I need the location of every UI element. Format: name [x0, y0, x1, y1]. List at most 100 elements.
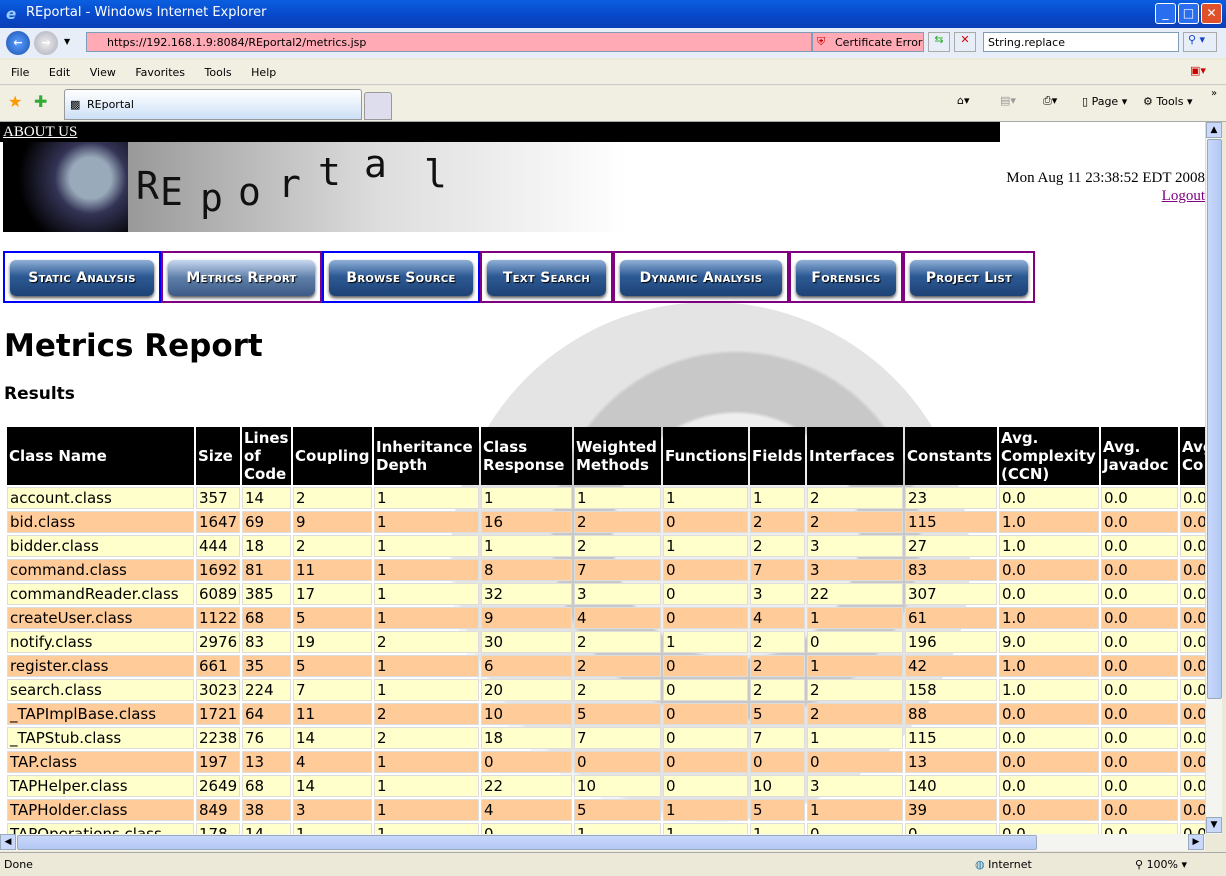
metric-cell: 0.0	[999, 559, 1099, 581]
metric-cell: 5	[293, 655, 372, 677]
scroll-up-button[interactable]: ▲	[1206, 122, 1222, 138]
nav-dynamic-analysis[interactable]: Dynamic Analysis	[613, 251, 789, 303]
metric-cell: 1	[807, 607, 903, 629]
menu-view[interactable]: View	[90, 66, 116, 79]
page-title: Metrics Report	[4, 328, 263, 364]
new-tab-button[interactable]	[364, 92, 392, 120]
nav-forensics[interactable]: Forensics	[789, 251, 903, 303]
metric-cell: 27	[905, 535, 997, 557]
stop-button[interactable]: ✕	[954, 32, 976, 52]
feeds-icon[interactable]: ▤▾	[1000, 94, 1016, 107]
refresh-button[interactable]: ⇆	[928, 32, 950, 52]
nav-static-analysis[interactable]: Static Analysis	[3, 251, 161, 303]
favorites-star-icon[interactable]: ★	[8, 92, 22, 111]
metric-cell: 5	[293, 607, 372, 629]
status-text: Done	[4, 858, 33, 871]
history-dropdown-icon[interactable]: ▼	[64, 37, 70, 46]
metric-cell: 0.0	[1101, 607, 1178, 629]
metric-cell: 23	[905, 487, 997, 509]
menu-edit[interactable]: Edit	[49, 66, 70, 79]
metric-cell: 0.0	[1101, 799, 1178, 821]
metric-cell: 849	[196, 799, 240, 821]
horizontal-scrollbar[interactable]: ◀ ▶	[0, 834, 1205, 851]
scroll-down-button[interactable]: ▼	[1206, 817, 1222, 833]
metric-cell: 20	[481, 679, 572, 701]
search-button[interactable]: ⚲ ▾	[1183, 32, 1217, 52]
metric-cell: 0	[574, 751, 661, 773]
nav-browse-source[interactable]: Browse Source	[322, 251, 480, 303]
add-favorite-icon[interactable]: ✚	[34, 92, 47, 111]
print-icon[interactable]: ⎙▾	[1043, 94, 1057, 108]
column-header: Avg. Sin Co	[1180, 427, 1205, 485]
close-button[interactable]: ✕	[1201, 3, 1222, 24]
metric-cell: 0	[663, 559, 748, 581]
metric-cell: 3	[750, 583, 805, 605]
metric-cell: 8	[481, 559, 572, 581]
metric-cell: 10	[574, 775, 661, 797]
pdf-icon[interactable]: ▣▾	[1190, 64, 1206, 77]
metric-cell: 0.0	[999, 823, 1099, 834]
internet-zone: ◍ Internet	[975, 858, 1032, 871]
metric-cell: 1	[374, 655, 479, 677]
maximize-button[interactable]: □	[1178, 3, 1199, 24]
class-name-cell: TAPHolder.class	[7, 799, 194, 821]
vertical-scroll-thumb[interactable]	[1207, 139, 1222, 699]
metric-cell: 2	[574, 535, 661, 557]
scroll-right-button[interactable]: ▶	[1188, 834, 1204, 850]
certificate-error-button[interactable]: ⛨ Certificate Error	[812, 32, 924, 52]
menu-tools[interactable]: Tools	[205, 66, 232, 79]
table-row: bidder.class 444 18 2 1 1 2 1 2 3 27 1.0 0.0 0.0	[7, 535, 1205, 557]
column-header: Class Name	[7, 427, 194, 485]
minimize-button[interactable]: _	[1155, 3, 1176, 24]
chevron-more-icon[interactable]: »	[1211, 88, 1217, 99]
nav-text-search[interactable]: Text Search	[480, 251, 613, 303]
scroll-left-button[interactable]: ◀	[0, 834, 16, 850]
globe-icon: ◍	[975, 858, 985, 871]
metric-cell: 0	[663, 511, 748, 533]
menu-help[interactable]: Help	[251, 66, 276, 79]
metric-cell: 0	[750, 751, 805, 773]
nav-project-list[interactable]: Project List	[903, 251, 1035, 303]
metric-cell: 0.0	[1101, 727, 1178, 749]
metric-cell: 3	[807, 535, 903, 557]
zoom-control[interactable]: ⚲ 100% ▾	[1135, 858, 1187, 871]
metric-cell: 0.0	[1180, 487, 1205, 509]
tools-label: Tools	[1156, 95, 1184, 108]
tools-menu[interactable]: ⚙ Tools ▾	[1143, 95, 1193, 108]
about-us-link[interactable]: ABOUT US	[3, 124, 77, 141]
horizontal-scroll-thumb[interactable]	[17, 835, 1037, 850]
forward-button[interactable]: →	[34, 31, 58, 55]
metric-cell: 14	[293, 727, 372, 749]
metric-cell: 1	[663, 487, 748, 509]
metric-cell: 0.0	[1180, 823, 1205, 834]
metric-cell: 2238	[196, 727, 240, 749]
metric-cell: 68	[242, 775, 291, 797]
metric-cell: 1	[750, 487, 805, 509]
page-menu[interactable]: ▯ Page ▾	[1082, 95, 1127, 108]
metric-cell: 83	[242, 631, 291, 653]
metric-cell: 0.0	[1180, 535, 1205, 557]
column-header: Avg. Javadoc	[1101, 427, 1178, 485]
menu-file[interactable]: File	[11, 66, 29, 79]
metric-cell: 0	[481, 823, 572, 834]
home-icon[interactable]: ⌂▾	[957, 94, 970, 107]
metric-cell: 1	[574, 823, 661, 834]
search-input[interactable]: String.replace	[983, 32, 1179, 52]
metric-cell: 2	[807, 511, 903, 533]
class-name-cell: register.class	[7, 655, 194, 677]
metric-cell: 0.0	[1101, 775, 1178, 797]
logout-link[interactable]: Logout	[1162, 188, 1205, 205]
back-button[interactable]: ←	[6, 31, 30, 55]
nav-metrics-report[interactable]: Metrics Report	[161, 251, 322, 303]
tab-label: REportal	[87, 98, 134, 111]
table-row: createUser.class 1122 68 5 1 9 4 0 4 1 61 1.0 0.0 0.0	[7, 607, 1205, 629]
menu-favorites[interactable]: Favorites	[135, 66, 185, 79]
metric-cell: 69	[242, 511, 291, 533]
address-bar[interactable]: https://192.168.1.9:8084/REportal2/metri…	[86, 32, 812, 52]
metric-cell: 0	[663, 775, 748, 797]
vertical-scrollbar[interactable]: ▲ ▼	[1205, 122, 1222, 834]
tab-reportal[interactable]: ▩ REportal	[64, 89, 362, 120]
column-header: Size	[196, 427, 240, 485]
metric-cell: 0	[663, 583, 748, 605]
metric-cell: 0.0	[999, 799, 1099, 821]
